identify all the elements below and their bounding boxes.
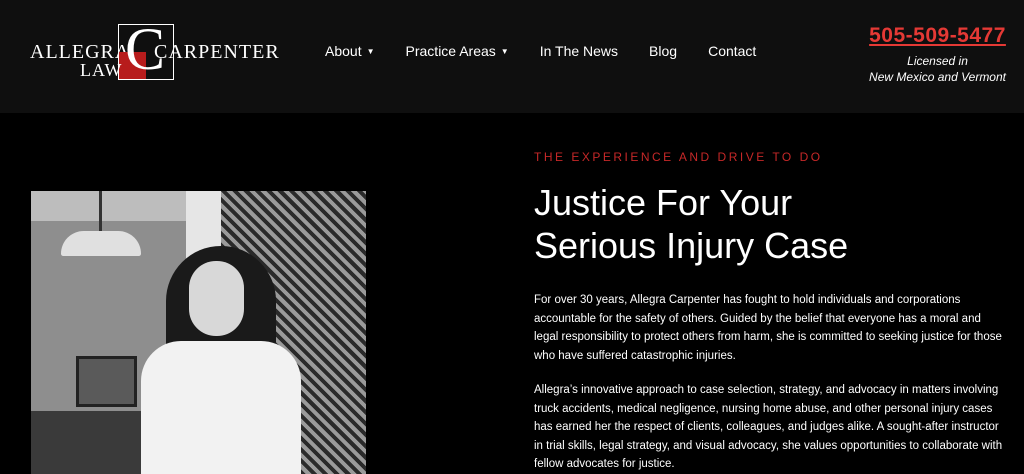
chevron-down-icon: ▼ <box>366 46 375 56</box>
header-contact: 505-509-5477 Licensed in New Mexico and … <box>869 24 1006 85</box>
site-logo[interactable]: ALLEGRA C CARPENTER LAW <box>30 19 279 82</box>
photo-lamp-cord <box>99 191 102 231</box>
nav-item-label: Practice Areas <box>405 43 496 59</box>
photo-person-face <box>189 261 244 336</box>
photo-lamp <box>61 231 141 256</box>
hero-content: THE EXPERIENCE AND DRIVE TO DO Justice F… <box>534 150 1004 474</box>
photo-person-body <box>141 341 301 474</box>
nav-item-practice-areas[interactable]: Practice Areas ▼ <box>406 43 509 59</box>
photo-picture-frame <box>76 356 137 407</box>
hero-paragraph-1: For over 30 years, Allegra Carpenter has… <box>534 294 1002 362</box>
hero-headline-line-1: Justice For Your <box>534 182 793 223</box>
nav-item-blog[interactable]: Blog <box>649 43 677 59</box>
licensed-line-1: Licensed in <box>907 54 968 68</box>
phone-link[interactable]: 505-509-5477 <box>869 24 1006 48</box>
nav-item-label: About <box>325 43 362 59</box>
chevron-down-icon: ▼ <box>500 46 509 56</box>
nav-item-about[interactable]: About ▼ <box>325 43 375 59</box>
hero-headline: Justice For Your Serious Injury Case <box>534 181 1004 267</box>
nav-item-label: Blog <box>649 43 678 59</box>
hero-eyebrow: THE EXPERIENCE AND DRIVE TO DO <box>534 150 823 164</box>
logo-word-law: LAW <box>80 60 123 80</box>
hero-paragraph-2: Allegra’s innovative approach to case se… <box>534 384 1003 470</box>
nav-item-label: In The News <box>539 43 619 59</box>
logo-word-carpenter: CARPENTER <box>154 41 280 63</box>
site-header: ALLEGRA C CARPENTER LAW About ▼ Practice… <box>0 0 1024 113</box>
attorney-portrait <box>31 191 366 474</box>
nav-item-label: Contact <box>708 43 757 59</box>
hero-headline-line-2: Serious Injury Case <box>534 225 849 266</box>
main-nav: About ▼ Practice Areas ▼ In The News Blo… <box>325 43 787 59</box>
nav-item-contact[interactable]: Contact <box>708 43 756 59</box>
licensed-note: Licensed in New Mexico and Vermont <box>869 53 1006 85</box>
licensed-line-2: New Mexico and Vermont <box>869 70 1006 84</box>
nav-item-in-the-news[interactable]: In The News <box>540 43 618 59</box>
